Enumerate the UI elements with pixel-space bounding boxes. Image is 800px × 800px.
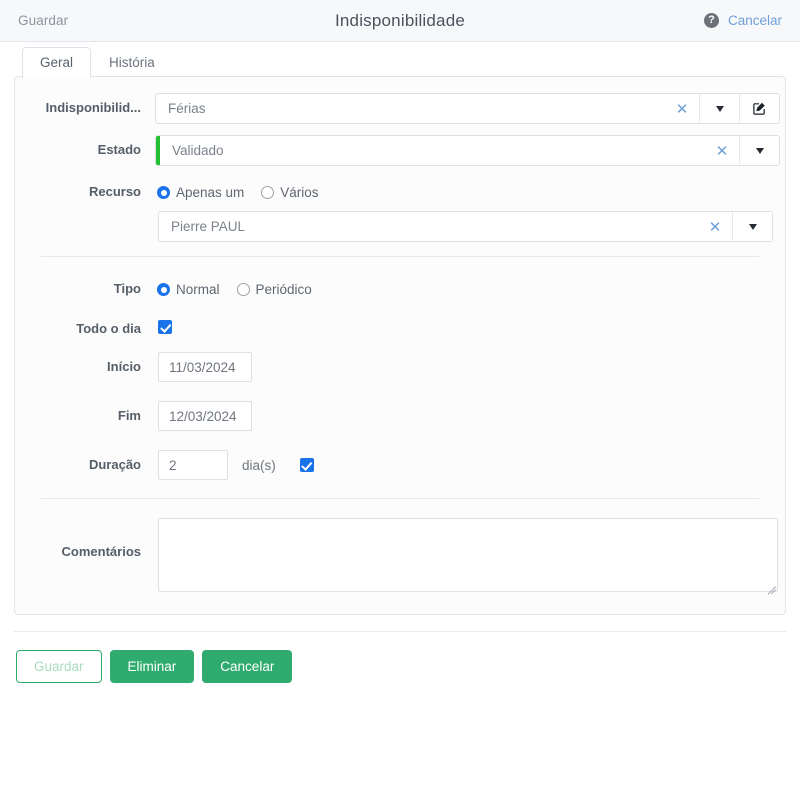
state-select[interactable]: Validado ✕ — [155, 135, 780, 166]
radio-indicator[interactable] — [236, 283, 250, 296]
label-comments: Comentários — [61, 544, 141, 559]
resource-value[interactable]: Pierre PAUL — [159, 212, 698, 241]
chevron-down-icon[interactable] — [699, 94, 739, 123]
radio-label: Periódico — [255, 282, 312, 297]
type-radio-group: Normal Periódico — [155, 274, 312, 305]
radio-indicator[interactable] — [157, 186, 170, 199]
tab-bar: Geral História — [0, 42, 800, 78]
radio-label: Vários — [280, 185, 319, 200]
row-duration: Duração 2 dia(s) — [15, 450, 785, 480]
radio-indicator[interactable] — [157, 283, 170, 296]
header-cancel-button[interactable]: Cancelar — [728, 13, 782, 28]
unavailability-value[interactable]: Férias — [156, 94, 665, 123]
close-icon[interactable]: ✕ — [665, 94, 699, 123]
tab-historia[interactable]: História — [91, 47, 173, 78]
label-state: Estado — [97, 142, 141, 157]
unavailability-select[interactable]: Férias ✕ — [155, 93, 780, 124]
save-button[interactable]: Guardar — [16, 650, 102, 683]
start-date-input[interactable]: 11/03/2024 — [158, 352, 252, 382]
resource-select[interactable]: Pierre PAUL ✕ — [158, 211, 773, 242]
edit-pencil-icon[interactable] — [739, 94, 779, 123]
resize-handle-icon[interactable] — [764, 578, 776, 590]
row-end: Fim 12/03/2024 — [15, 401, 785, 431]
row-start: Início 11/03/2024 — [15, 352, 785, 382]
help-circle-icon[interactable]: ? — [703, 13, 719, 28]
duration-unit-label: dia(s) — [242, 457, 276, 473]
radio-option-apenas-um[interactable]: Apenas um — [157, 185, 244, 200]
section-divider-1 — [41, 256, 759, 257]
radio-option-normal[interactable]: Normal — [157, 282, 220, 297]
radio-label: Apenas um — [176, 185, 245, 200]
header-actions: ? Cancelar — [703, 13, 782, 28]
tab-geral[interactable]: Geral — [22, 47, 92, 78]
radio-option-varios[interactable]: Vários — [261, 185, 319, 200]
label-type: Tipo — [113, 281, 141, 296]
label-duration: Duração — [88, 457, 141, 472]
label-start: Início — [107, 359, 141, 374]
radio-indicator[interactable] — [261, 186, 275, 199]
chevron-down-icon[interactable] — [732, 212, 772, 241]
page-title: Indisponibilidade — [334, 10, 466, 30]
close-icon[interactable]: ✕ — [705, 136, 739, 165]
label-unavailability: Indisponibilid... — [45, 100, 141, 115]
row-all-day: Todo o dia — [15, 316, 785, 336]
row-state: Estado Validado ✕ — [15, 135, 785, 166]
duration-checkbox[interactable] — [299, 458, 314, 472]
radio-label: Normal — [176, 282, 220, 297]
chevron-down-icon[interactable] — [739, 136, 779, 165]
row-comments: Comentários — [15, 518, 785, 592]
close-icon[interactable]: ✕ — [698, 212, 732, 241]
footer-actions: Guardar Eliminar Cancelar — [0, 632, 800, 683]
radio-option-periodico[interactable]: Periódico — [236, 282, 312, 297]
comments-textarea[interactable] — [158, 518, 778, 592]
section-divider-2 — [41, 498, 759, 499]
resource-radio-group: Apenas um Vários — [155, 177, 319, 208]
row-resource: Recurso Apenas um Vários Pierre PAUL ✕ — [15, 177, 785, 242]
delete-button[interactable]: Eliminar — [109, 650, 195, 683]
row-unavailability: Indisponibilid... Férias ✕ — [15, 93, 785, 124]
all-day-checkbox[interactable] — [158, 320, 172, 334]
cancel-button[interactable]: Cancelar — [202, 650, 293, 683]
end-date-input[interactable]: 12/03/2024 — [158, 401, 252, 431]
label-resource: Recurso — [88, 184, 141, 199]
duration-input[interactable]: 2 — [158, 450, 228, 480]
state-value[interactable]: Validado — [160, 136, 705, 165]
row-type: Tipo Normal Periódico — [15, 274, 785, 305]
form-card: Indisponibilid... Férias ✕ Estado Valida… — [14, 76, 786, 615]
header-save-button[interactable]: Guardar — [18, 13, 68, 28]
app-header: Guardar Indisponibilidade ? Cancelar — [0, 0, 800, 42]
label-all-day: Todo o dia — [76, 321, 141, 336]
label-end: Fim — [117, 408, 141, 423]
